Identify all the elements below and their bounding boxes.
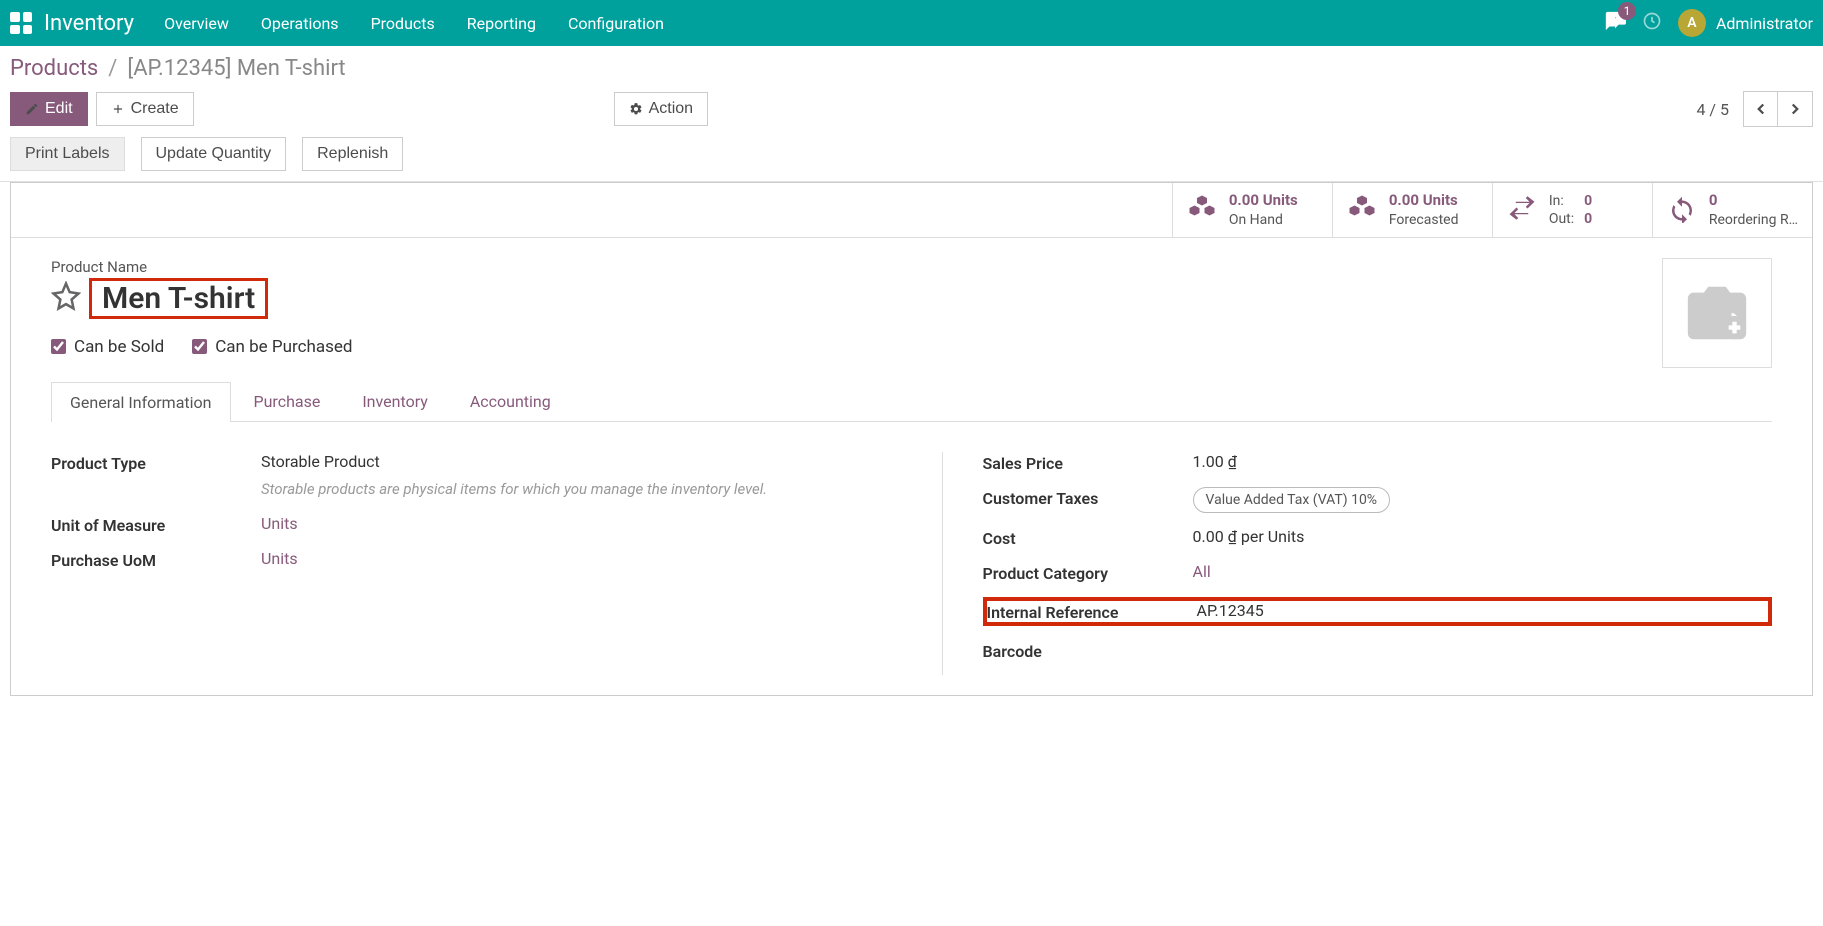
stat-buttons: 0.00 UnitsOn Hand 0.00 UnitsForecasted I… xyxy=(11,183,1812,238)
value-purchase-uom[interactable]: Units xyxy=(261,549,882,568)
boxes-icon xyxy=(1347,193,1377,227)
plus-icon xyxy=(111,102,125,116)
product-name: Men T-shirt xyxy=(89,278,268,319)
refresh-icon xyxy=(1667,193,1697,227)
label-cost: Cost xyxy=(983,527,1183,548)
menu-overview[interactable]: Overview xyxy=(164,14,229,33)
action-button[interactable]: Action xyxy=(614,92,708,126)
stat-transfers[interactable]: In:0 Out:0 xyxy=(1492,183,1652,237)
label-product-type: Product Type xyxy=(51,452,251,473)
help-product-type: Storable products are physical items for… xyxy=(261,479,882,500)
create-button[interactable]: Create xyxy=(96,92,194,126)
value-product-type: Storable Product xyxy=(261,452,380,471)
gear-icon xyxy=(629,102,643,116)
can-be-sold-checkbox[interactable]: Can be Sold xyxy=(51,337,164,357)
label-product-category: Product Category xyxy=(983,562,1183,583)
pager-prev-button[interactable] xyxy=(1744,92,1778,126)
avatar: A xyxy=(1678,9,1706,37)
value-cost: 0.00 ₫ per Units xyxy=(1193,527,1773,546)
chevron-right-icon xyxy=(1786,100,1804,118)
value-sales-price: 1.00 ₫ xyxy=(1193,452,1773,471)
value-uom[interactable]: Units xyxy=(261,514,882,533)
label-uom: Unit of Measure xyxy=(51,514,251,535)
can-be-purchased-checkbox[interactable]: Can be Purchased xyxy=(192,337,352,357)
label-internal-reference: Internal Reference xyxy=(987,601,1187,622)
breadcrumb-parent[interactable]: Products xyxy=(10,56,98,81)
product-name-label: Product Name xyxy=(51,258,1772,276)
menu-reporting[interactable]: Reporting xyxy=(467,14,536,33)
notebook-tabs: General Information Purchase Inventory A… xyxy=(51,381,1772,422)
menu-configuration[interactable]: Configuration xyxy=(568,14,664,33)
chevron-left-icon xyxy=(1752,100,1770,118)
breadcrumb-current: [AP.12345] Men T-shirt xyxy=(127,56,345,81)
user-name: Administrator xyxy=(1716,14,1813,33)
tab-purchase[interactable]: Purchase xyxy=(235,381,340,421)
messaging-icon[interactable]: 1 xyxy=(1604,10,1626,36)
menu-operations[interactable]: Operations xyxy=(261,14,339,33)
product-image-placeholder[interactable] xyxy=(1662,258,1772,368)
stat-on-hand[interactable]: 0.00 UnitsOn Hand xyxy=(1172,183,1332,237)
update-quantity-button[interactable]: Update Quantity xyxy=(141,137,287,171)
label-sales-price: Sales Price xyxy=(983,452,1183,473)
breadcrumb: Products / [AP.12345] Men T-shirt xyxy=(10,56,1813,81)
camera-icon xyxy=(1677,278,1757,348)
apps-icon[interactable] xyxy=(10,12,32,34)
user-menu[interactable]: A Administrator xyxy=(1678,9,1813,37)
label-purchase-uom: Purchase UoM xyxy=(51,549,251,570)
tab-general-info[interactable]: General Information xyxy=(51,382,231,422)
boxes-icon xyxy=(1187,193,1217,227)
pager-text[interactable]: 4 / 5 xyxy=(1696,100,1729,119)
value-product-category[interactable]: All xyxy=(1193,562,1773,581)
breadcrumb-sep: / xyxy=(108,56,117,81)
favorite-star-icon[interactable] xyxy=(51,281,81,315)
tab-inventory[interactable]: Inventory xyxy=(343,381,447,421)
value-internal-reference: AP.12345 xyxy=(1197,601,1769,620)
control-panel: Products / [AP.12345] Men T-shirt Edit C… xyxy=(0,46,1823,182)
edit-button[interactable]: Edit xyxy=(10,92,88,126)
stat-forecasted[interactable]: 0.00 UnitsForecasted xyxy=(1332,183,1492,237)
main-menu: Overview Operations Products Reporting C… xyxy=(164,14,664,33)
activities-icon[interactable] xyxy=(1642,11,1662,35)
transfer-icon xyxy=(1507,193,1537,227)
menu-products[interactable]: Products xyxy=(371,14,435,33)
print-labels-button[interactable]: Print Labels xyxy=(10,137,125,171)
stat-reordering[interactable]: 0Reordering R… xyxy=(1652,183,1812,237)
pager-next-button[interactable] xyxy=(1778,92,1812,126)
top-navbar: Inventory Overview Operations Products R… xyxy=(0,0,1823,46)
replenish-button[interactable]: Replenish xyxy=(302,137,403,171)
pencil-icon xyxy=(25,102,39,116)
tab-accounting[interactable]: Accounting xyxy=(451,381,570,421)
message-count-badge: 1 xyxy=(1618,2,1636,20)
label-barcode: Barcode xyxy=(983,640,1183,661)
pager: 4 / 5 xyxy=(1696,91,1813,127)
label-customer-taxes: Customer Taxes xyxy=(983,487,1183,508)
form-sheet: 0.00 UnitsOn Hand 0.00 UnitsForecasted I… xyxy=(10,182,1813,696)
app-name[interactable]: Inventory xyxy=(44,11,134,36)
tax-tag[interactable]: Value Added Tax (VAT) 10% xyxy=(1193,487,1391,513)
